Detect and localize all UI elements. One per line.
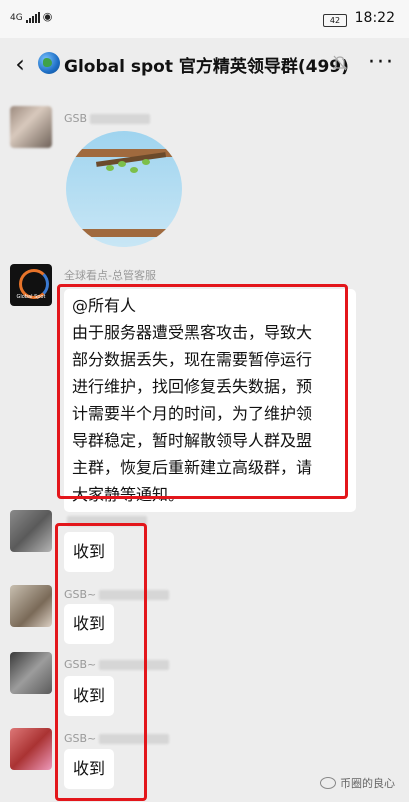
wechat-icon bbox=[320, 777, 336, 789]
avatar[interactable] bbox=[10, 106, 52, 148]
back-arrow-icon[interactable]: ‹ bbox=[8, 50, 32, 78]
globe-icon bbox=[38, 52, 60, 74]
watermark-text: 币圈的良心 bbox=[340, 777, 395, 790]
signal-bars-icon bbox=[25, 11, 40, 23]
image-message[interactable] bbox=[66, 131, 182, 247]
avatar[interactable] bbox=[10, 585, 52, 627]
logo-text: Global Spot bbox=[16, 294, 46, 300]
signal-indicator: 4G ◉ bbox=[10, 10, 52, 23]
watermark: 币圈的良心 bbox=[320, 775, 395, 791]
avatar-global-spot-logo[interactable]: Global Spot bbox=[10, 264, 52, 306]
more-options-icon[interactable]: ··· bbox=[368, 50, 395, 75]
avatar[interactable] bbox=[10, 652, 52, 694]
highlight-box bbox=[57, 284, 348, 499]
wifi-icon: ◉ bbox=[42, 10, 53, 23]
sender-name: 全球看点-总管客服 bbox=[64, 269, 156, 282]
avatar[interactable] bbox=[10, 728, 52, 770]
chat-title: Global spot 官方精英领导群(499) bbox=[64, 57, 349, 77]
sender-name: GSB bbox=[64, 112, 151, 125]
avatar[interactable] bbox=[10, 510, 52, 552]
highlight-box bbox=[55, 523, 147, 801]
network-type: 4G bbox=[10, 13, 23, 23]
battery-icon: 42 bbox=[323, 14, 347, 27]
chat-header: ‹ Global spot 官方精英领导群(499) ··· bbox=[0, 38, 409, 90]
clock: 18:22 bbox=[354, 10, 395, 26]
mute-bell-icon bbox=[333, 55, 347, 71]
status-bar: 4G ◉ 42 18:22 bbox=[0, 0, 409, 38]
